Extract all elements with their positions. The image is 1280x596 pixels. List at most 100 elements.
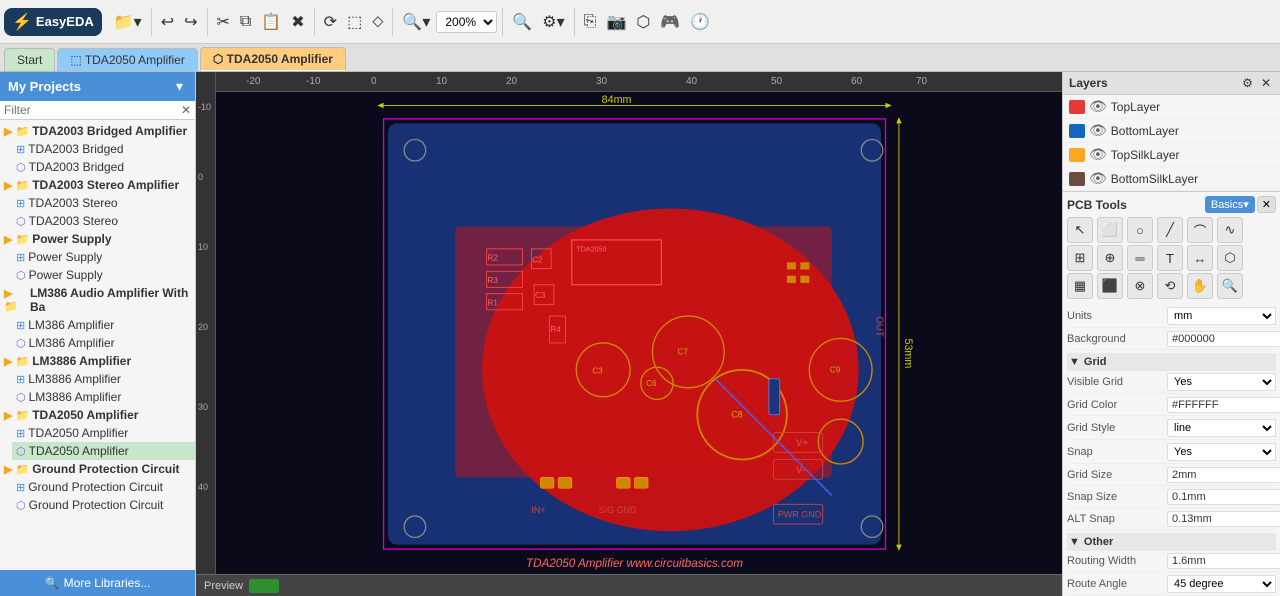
tree-item[interactable]: ⬡TDA2003 Bridged: [12, 158, 195, 176]
tree-item[interactable]: ⊞LM386 Amplifier: [12, 316, 195, 334]
prop-alt-snap-input[interactable]: [1167, 511, 1280, 527]
tree-item[interactable]: ⊞LM3886 Amplifier: [12, 370, 195, 388]
filter-close-icon[interactable]: ✕: [181, 103, 191, 117]
prop-snap-size-input[interactable]: [1167, 489, 1280, 505]
bottomlayer-eye-icon[interactable]: 👁: [1089, 122, 1107, 139]
tool-line[interactable]: ╱: [1157, 217, 1183, 243]
layers-close-button[interactable]: ✕: [1258, 75, 1274, 91]
tab-start[interactable]: Start: [4, 48, 55, 71]
file-menu-button[interactable]: 📁▾: [110, 10, 146, 34]
prop-grid-color-input[interactable]: [1167, 397, 1280, 413]
tab-tda2050-pcb[interactable]: ⬡ TDA2050 Amplifier: [200, 47, 346, 71]
tree-item[interactable]: ▶ 📁TDA2050 Amplifier: [0, 406, 195, 424]
layer-row-bottom[interactable]: 👁 BottomLayer: [1063, 119, 1280, 143]
prop-section-grid[interactable]: ▼ Grid: [1067, 353, 1276, 371]
tool-transform[interactable]: ⟲: [1157, 273, 1183, 299]
tree-item[interactable]: ⬡TDA2050 Amplifier: [12, 442, 195, 460]
ruler-vertical: -10 0 10 20 30 40: [196, 72, 216, 576]
tool-text[interactable]: T: [1157, 245, 1183, 271]
tool-drc[interactable]: ⬡: [1217, 245, 1243, 271]
tool-via[interactable]: ⊕: [1097, 245, 1123, 271]
tool-track[interactable]: ═: [1127, 245, 1153, 271]
topsilklayer-eye-icon[interactable]: 👁: [1089, 146, 1107, 163]
tree-item[interactable]: ▶ 📁LM386 Audio Amplifier With Ba: [0, 284, 195, 316]
schematic-icon: ⊞: [16, 427, 25, 440]
tool-circle[interactable]: ○: [1127, 217, 1153, 243]
tree-item[interactable]: ⊞TDA2003 Bridged: [12, 140, 195, 158]
tree-item[interactable]: ⊞Ground Protection Circuit: [12, 478, 195, 496]
tool-arc[interactable]: ⌒: [1187, 217, 1213, 243]
more-libraries-button[interactable]: 🔍 More Libraries...: [0, 570, 195, 596]
share-button[interactable]: ⎘: [580, 11, 601, 33]
tree-item[interactable]: ⬡Power Supply: [12, 266, 195, 284]
paste-button[interactable]: 📋: [257, 10, 285, 34]
pcb-tools-close-button[interactable]: ✕: [1257, 196, 1276, 213]
copy-button[interactable]: ⧉: [236, 11, 255, 33]
tree-item[interactable]: ▶ 📁TDA2003 Stereo Amplifier: [0, 176, 195, 194]
prop-grid-size-input[interactable]: [1167, 467, 1280, 483]
undo-button[interactable]: ↩: [157, 10, 178, 34]
ruler-label-0: 0: [371, 76, 377, 87]
tree-item[interactable]: ⬡Ground Protection Circuit: [12, 496, 195, 514]
tree-item-label: TDA2003 Stereo: [29, 214, 118, 228]
align-button[interactable]: ⬦: [368, 11, 387, 33]
tool-pad[interactable]: ⊞: [1067, 245, 1093, 271]
layer-row-topsilk[interactable]: 👁 TopSilkLayer: [1063, 143, 1280, 167]
prop-snap-label: Snap: [1067, 446, 1167, 458]
sidebar-menu-button[interactable]: ▾: [172, 76, 187, 97]
tree-item[interactable]: ▶ 📁TDA2003 Bridged Amplifier: [0, 122, 195, 140]
redo-button[interactable]: ↪: [180, 10, 201, 34]
export-button[interactable]: ⬡: [632, 10, 654, 34]
rotate-button[interactable]: ⟳: [320, 10, 341, 34]
tree-item-label: LM3886 Amplifier: [29, 390, 122, 404]
settings-button[interactable]: ⚙▾: [538, 10, 568, 34]
prop-background-input[interactable]: [1167, 331, 1280, 347]
tool-zoom-in[interactable]: 🔍: [1217, 273, 1243, 299]
delete-button[interactable]: ✖: [287, 10, 308, 34]
search-button[interactable]: 🔍: [508, 10, 536, 34]
tool-copper[interactable]: ▦: [1067, 273, 1093, 299]
zoom-menu-button[interactable]: 🔍▾: [398, 10, 434, 34]
tool-hand[interactable]: ✋: [1187, 273, 1213, 299]
prop-route-angle-select[interactable]: 45 degree 90 degree Free: [1167, 575, 1276, 593]
tree-item[interactable]: ⬡LM386 Amplifier: [12, 334, 195, 352]
tree-item[interactable]: ▶ 📁LM3886 Amplifier: [0, 352, 195, 370]
zoom-select[interactable]: 200% 100% 150% 50%: [436, 11, 497, 33]
tool-measure[interactable]: ↔: [1187, 245, 1213, 271]
camera-button[interactable]: 📷: [602, 10, 630, 34]
prop-routing-width-input[interactable]: [1167, 553, 1280, 569]
tree-item[interactable]: ⊞TDA2003 Stereo: [12, 194, 195, 212]
tree-item[interactable]: ⬡TDA2003 Stereo: [12, 212, 195, 230]
toplayer-eye-icon[interactable]: 👁: [1089, 98, 1107, 115]
tree-item-label: LM386 Audio Amplifier With Ba: [30, 286, 191, 314]
tool-select[interactable]: ↖: [1067, 217, 1093, 243]
prop-visible-grid-select[interactable]: Yes No: [1167, 373, 1276, 391]
prop-snap-select[interactable]: Yes No: [1167, 443, 1276, 461]
pcb-canvas-area[interactable]: -20 -10 0 10 20 30 40 50 60 70 -10 0 10 …: [196, 72, 1062, 596]
tab-tda2050-schematic[interactable]: ⬚ TDA2050 Amplifier: [57, 48, 198, 71]
prop-grid-style-select[interactable]: line dot: [1167, 419, 1276, 437]
tree-item[interactable]: ⊞TDA2050 Amplifier: [12, 424, 195, 442]
tool-curve[interactable]: ∿: [1217, 217, 1243, 243]
prop-row-background: Background: [1067, 331, 1276, 350]
tool-rect[interactable]: ⬜: [1097, 217, 1123, 243]
history-button[interactable]: 🕐: [686, 10, 714, 34]
tree-item[interactable]: ⬡LM3886 Amplifier: [12, 388, 195, 406]
layers-settings-button[interactable]: ⚙: [1239, 75, 1256, 91]
steam-button[interactable]: 🎮: [656, 10, 684, 34]
pcb-tools-dropdown-button[interactable]: Basics▾: [1205, 196, 1255, 213]
cut-button[interactable]: ✂: [213, 10, 234, 34]
bottomsilklayer-eye-icon[interactable]: 👁: [1089, 170, 1107, 187]
tree-item-label: LM386 Amplifier: [28, 318, 114, 332]
tool-3d[interactable]: ⬛: [1097, 273, 1123, 299]
layer-row-bottomsilk[interactable]: 👁 BottomSilkLayer: [1063, 167, 1280, 191]
tree-item[interactable]: ▶ 📁Power Supply: [0, 230, 195, 248]
flip-button[interactable]: ⬚: [343, 10, 366, 34]
prop-section-other[interactable]: ▼ Other: [1067, 533, 1276, 551]
tree-item[interactable]: ▶ 📁Ground Protection Circuit: [0, 460, 195, 478]
tree-item[interactable]: ⊞Power Supply: [12, 248, 195, 266]
sidebar-filter-input[interactable]: [4, 103, 181, 117]
prop-units-select[interactable]: mm mil inch: [1167, 307, 1276, 325]
layer-row-top[interactable]: 👁 TopLayer: [1063, 95, 1280, 119]
tool-connect[interactable]: ⊗: [1127, 273, 1153, 299]
